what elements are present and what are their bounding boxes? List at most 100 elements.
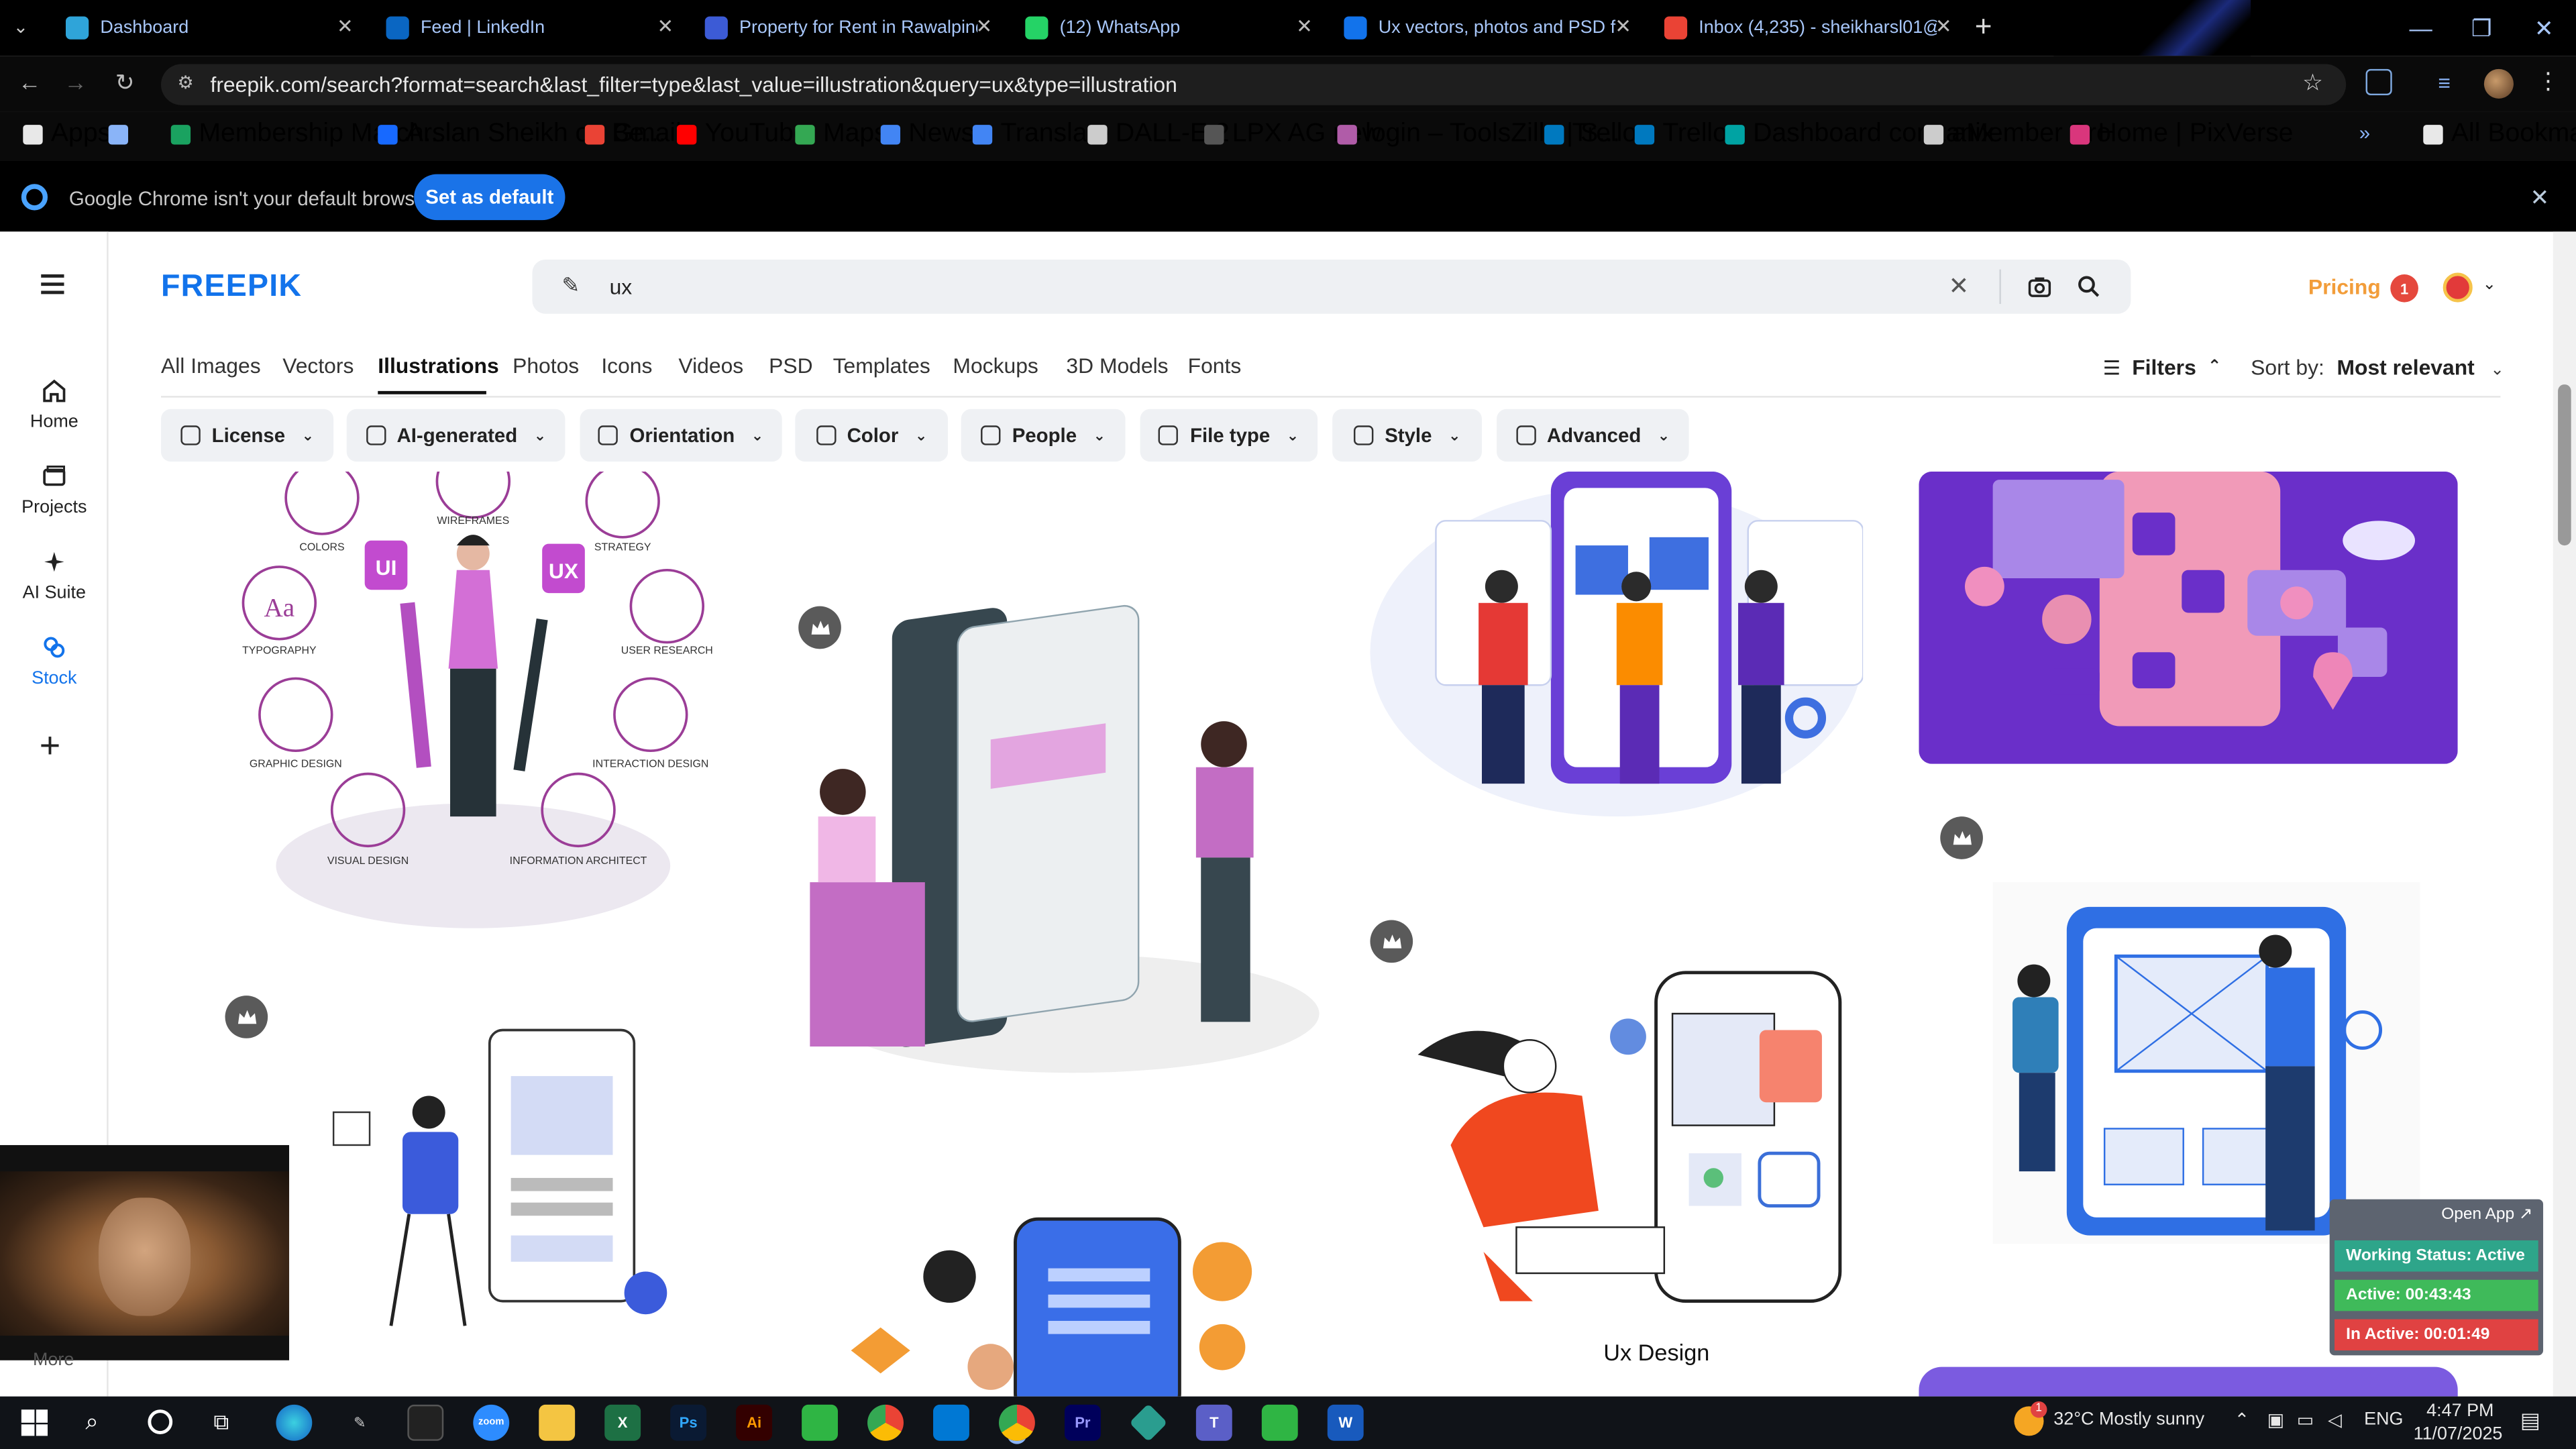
video-call-overlay[interactable]: [0, 1144, 290, 1360]
chrome-taskbar-icon[interactable]: [867, 1404, 904, 1441]
filter-chip-ai-generated[interactable]: AI-generated ⌄: [346, 409, 566, 462]
scrollbar-thumb[interactable]: [2558, 384, 2571, 546]
minimize-button[interactable]: —: [2390, 0, 2451, 56]
pricing-link[interactable]: Pricing: [2308, 274, 2381, 299]
restore-button[interactable]: ❐: [2451, 0, 2512, 56]
extensions-icon[interactable]: [2365, 68, 2392, 96]
sidebar-item-stock[interactable]: Stock: [0, 634, 109, 688]
illustration-ux-phone-server[interactable]: [794, 586, 1336, 1095]
browser-tab[interactable]: Feed | LinkedIn ✕: [386, 0, 679, 56]
tab-vectors[interactable]: Vectors: [282, 354, 354, 378]
user-avatar[interactable]: [2443, 272, 2473, 303]
network-icon[interactable]: ▭: [2297, 1409, 2314, 1431]
search-taskbar-icon[interactable]: ⌕: [85, 1408, 98, 1436]
sidebar-item-ai-suite[interactable]: AI Suite: [0, 549, 109, 603]
bookmarks-overflow-icon[interactable]: »: [2359, 121, 2370, 144]
volume-icon[interactable]: ◁: [2328, 1409, 2342, 1431]
browser-tab[interactable]: (12) WhatsApp ✕: [1025, 0, 1318, 56]
zoom-icon[interactable]: zoom: [473, 1404, 510, 1441]
teams-icon[interactable]: T: [1195, 1404, 1232, 1441]
search-input[interactable]: ux: [610, 274, 633, 299]
tab-all-images[interactable]: All Images: [161, 354, 261, 378]
edge-icon[interactable]: [276, 1404, 313, 1441]
chrome-active-icon[interactable]: [998, 1404, 1035, 1441]
illustration-ux-phone-apps[interactable]: [835, 1203, 1278, 1397]
app-green-icon[interactable]: [802, 1404, 838, 1441]
bookmark-item[interactable]: [108, 112, 137, 158]
illustrator-icon[interactable]: Ai: [736, 1404, 773, 1441]
weather-text[interactable]: 32°C Mostly sunny: [2053, 1409, 2204, 1429]
vscode-icon[interactable]: [933, 1404, 969, 1441]
site-info-icon[interactable]: ⚙: [177, 72, 193, 93]
account-chevron-icon[interactable]: ⌄: [2482, 276, 2496, 294]
infobar-close-icon[interactable]: ✕: [2530, 184, 2549, 212]
bookmark-star-icon[interactable]: ☆: [2302, 69, 2323, 97]
chrome-menu-icon[interactable]: ⋮: [2536, 67, 2559, 95]
tab-mockups[interactable]: Mockups: [953, 354, 1038, 378]
illustration-ux-skills[interactable]: Aa UI UX COLORS WIREFRAMES STRATEGY TYPO…: [227, 471, 720, 940]
start-button[interactable]: [21, 1409, 48, 1436]
search-icon[interactable]: [2077, 274, 2102, 299]
browser-tab[interactable]: Dashboard ✕: [65, 0, 358, 56]
clock-date[interactable]: 11/07/2025: [2414, 1424, 2503, 1444]
illustration-ux-team-phone[interactable]: [1370, 471, 1864, 849]
clear-search-icon[interactable]: ✕: [1949, 271, 1970, 301]
tab-close-icon[interactable]: ✕: [332, 15, 358, 38]
file-explorer-icon[interactable]: [539, 1404, 576, 1441]
terminal-icon[interactable]: [407, 1404, 444, 1441]
browser-tab[interactable]: Inbox (4,235) - sheikharsl01@g ✕: [1664, 0, 1957, 56]
bookmark-item[interactable]: YouTube: [676, 112, 808, 158]
tab-templates[interactable]: Templates: [833, 354, 930, 378]
notifications-center-icon[interactable]: ▤: [2520, 1408, 2540, 1434]
pen-app-icon[interactable]: ✎: [341, 1405, 378, 1441]
hamburger-menu-icon[interactable]: [41, 274, 64, 294]
tab-close-icon[interactable]: ✕: [971, 15, 997, 38]
reload-button[interactable]: ↻: [109, 69, 142, 97]
caption-ux-design[interactable]: Ux Design: [1603, 1339, 1709, 1365]
new-tab-button[interactable]: +: [1975, 10, 1992, 44]
open-app-button[interactable]: Open App ↗: [2441, 1206, 2532, 1224]
filter-chip-style[interactable]: Style ⌄: [1332, 409, 1482, 462]
bookmark-item[interactable]: Trello: [1544, 112, 1637, 158]
sidebar-item-projects[interactable]: Projects: [0, 464, 109, 517]
tab-close-icon[interactable]: ✕: [1931, 15, 1957, 38]
language-indicator[interactable]: ENG: [2364, 1409, 2403, 1429]
filter-chip-advanced[interactable]: Advanced ⌄: [1497, 409, 1689, 462]
tab-close-icon[interactable]: ✕: [1610, 15, 1636, 38]
filter-chip-file-type[interactable]: File type ⌄: [1140, 409, 1318, 462]
filters-button[interactable]: ☰ Filters ⌃: [2103, 355, 2222, 380]
bookmark-item[interactable]: Maps: [795, 112, 888, 158]
tab-search-button[interactable]: ⌄: [13, 16, 29, 38]
bookmark-item[interactable]: News: [880, 112, 974, 158]
browser-tab[interactable]: Ux vectors, photos and PSD file ✕: [1344, 0, 1636, 56]
tab-close-icon[interactable]: ✕: [1291, 15, 1318, 38]
app-green2-icon[interactable]: [1261, 1404, 1298, 1441]
tab-icons[interactable]: Icons: [601, 354, 652, 378]
tab-close-icon[interactable]: ✕: [652, 15, 678, 38]
bookmark-item[interactable]: Home | PixVerse: [2070, 112, 2293, 158]
bookmark-item[interactable]: Trello: [1634, 112, 1727, 158]
tab-psd[interactable]: PSD: [769, 354, 812, 378]
task-view-icon[interactable]: ⧉: [213, 1409, 229, 1436]
all-bookmarks-button[interactable]: All Bookmarks: [2423, 112, 2576, 158]
freepik-logo[interactable]: FREEPIK: [161, 270, 302, 306]
illustration-ux-wireframe[interactable]: [252, 1014, 712, 1397]
camera-search-icon[interactable]: [2027, 274, 2052, 299]
address-bar[interactable]: ⚙ freepik.com/search?format=search&last_…: [161, 64, 2347, 105]
sort-control[interactable]: Sort by: Most relevant ⌄: [2251, 355, 2504, 380]
tab-fonts[interactable]: Fonts: [1188, 354, 1242, 378]
cortana-icon[interactable]: [148, 1409, 173, 1434]
excel-icon[interactable]: X: [604, 1404, 641, 1441]
illustration-ux-design-girl[interactable]: [1385, 965, 1862, 1326]
tray-chevron-icon[interactable]: ⌃: [2235, 1409, 2250, 1431]
forward-button[interactable]: →: [59, 69, 92, 95]
notifications-icon[interactable]: 1: [2390, 274, 2418, 303]
illustration-card-partial[interactable]: [1919, 1366, 2458, 1397]
bookmark-item[interactable]: Apps: [23, 112, 111, 158]
close-window-button[interactable]: ✕: [2514, 0, 2575, 56]
ai-search-icon[interactable]: ✎: [562, 273, 580, 299]
filter-chip-people[interactable]: People ⌄: [961, 409, 1126, 462]
set-as-default-button[interactable]: Set as default: [414, 174, 566, 221]
back-button[interactable]: ←: [13, 69, 46, 95]
browser-tab[interactable]: Property for Rent in Rawalpindi ✕: [704, 0, 998, 56]
